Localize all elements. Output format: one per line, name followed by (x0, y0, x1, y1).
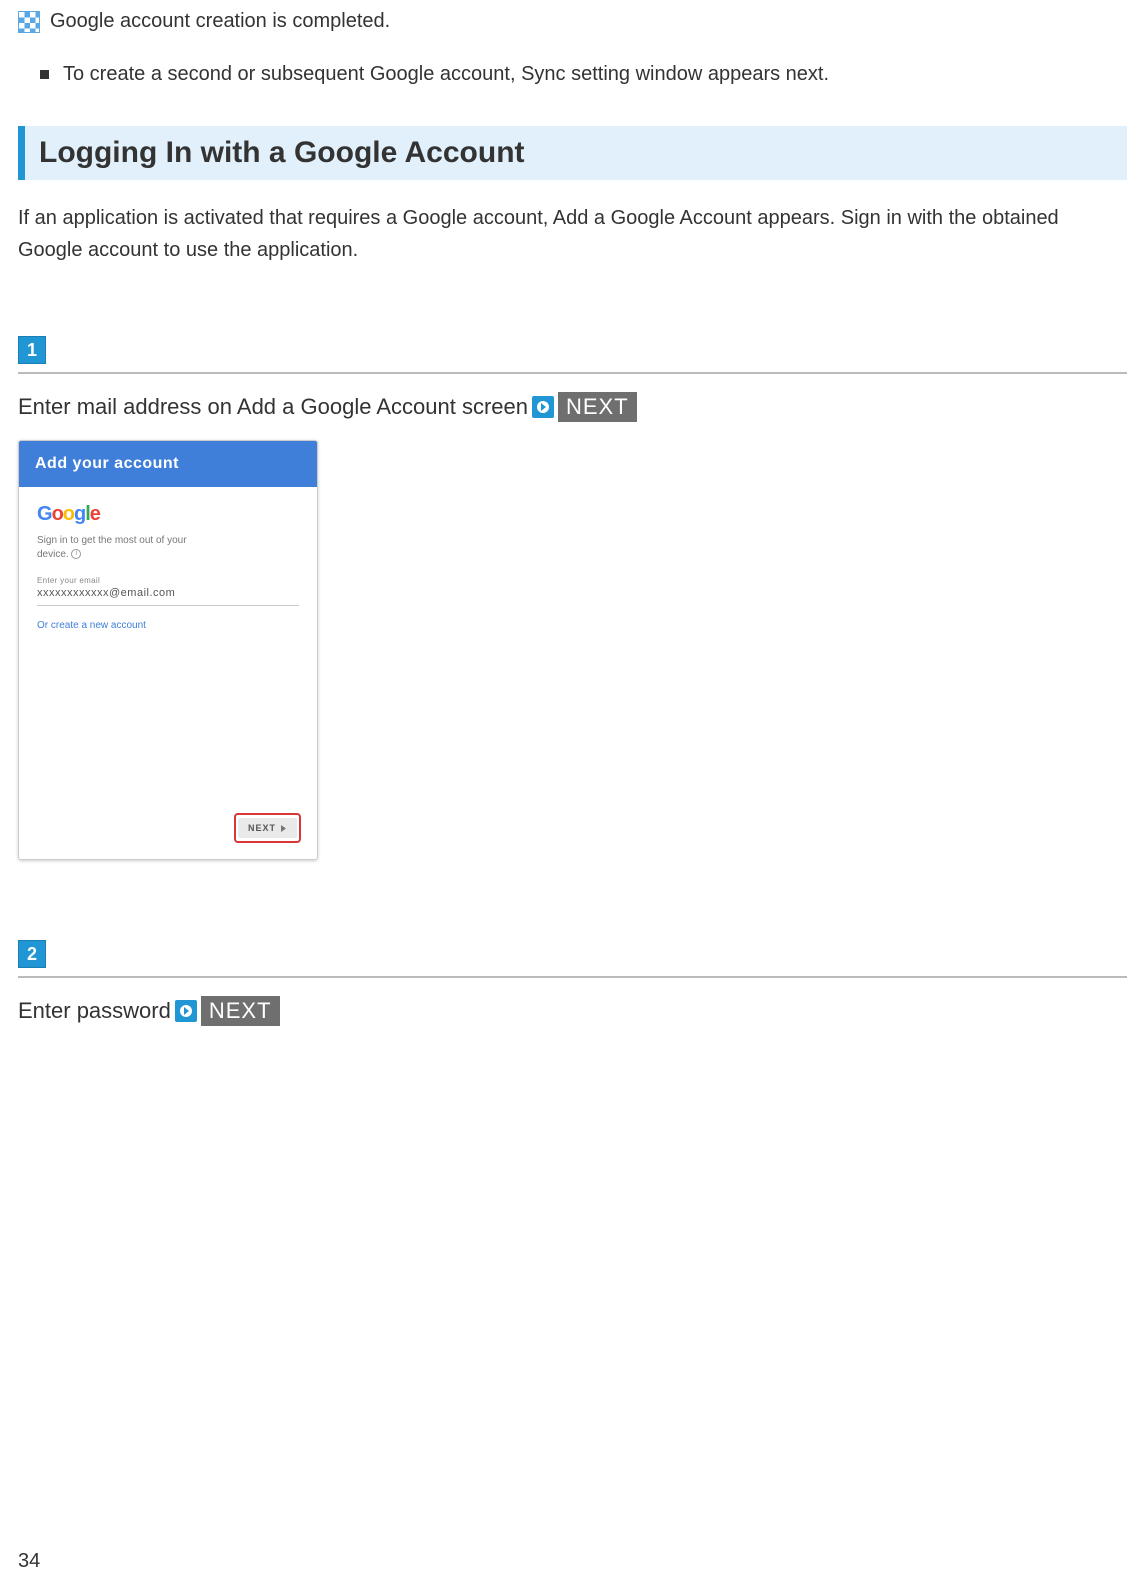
mockup-email-input[interactable]: xxxxxxxxxxxx@email.com (37, 585, 299, 606)
mockup-next-button-highlight: NEXT (234, 813, 301, 843)
page-number: 34 (18, 1550, 40, 1573)
chevron-right-icon (280, 825, 287, 832)
info-icon: i (71, 549, 81, 559)
result-line: Google account creation is completed. (18, 10, 1127, 33)
step-1-instruction: Enter mail address on Add a Google Accou… (18, 392, 1127, 422)
google-logo: Google (37, 503, 299, 526)
step-1-number: 1 (18, 336, 46, 364)
bullet-icon (40, 70, 49, 79)
note-bullet: To create a second or subsequent Google … (40, 63, 1127, 86)
step-1-divider (18, 372, 1127, 374)
mockup-input-label: Enter your email (37, 576, 299, 585)
mockup-signin-desc: Sign in to get the most out of your devi… (37, 534, 299, 562)
section-body: If an application is activated that requ… (18, 202, 1127, 266)
note-text: To create a second or subsequent Google … (63, 63, 829, 86)
step-2-divider (18, 976, 1127, 978)
arrow-right-icon (175, 1000, 197, 1022)
step-1-number-wrap: 1 (18, 336, 1127, 364)
mockup-next-button[interactable]: NEXT (238, 818, 297, 838)
step-2-number: 2 (18, 940, 46, 968)
mockup-create-account-link[interactable]: Or create a new account (37, 620, 299, 631)
arrow-right-icon (532, 396, 554, 418)
step-2-text: Enter password (18, 998, 171, 1024)
result-text: Google account creation is completed. (50, 10, 390, 33)
mockup-header: Add your account (19, 441, 317, 487)
section-heading: Logging In with a Google Account (18, 126, 1127, 180)
step-2-next-label: NEXT (201, 996, 280, 1026)
step-1-text: Enter mail address on Add a Google Accou… (18, 394, 528, 420)
step-1-next-label: NEXT (558, 392, 637, 422)
step-2-instruction: Enter password NEXT (18, 996, 1127, 1026)
add-account-mockup: Add your account Google Sign in to get t… (18, 440, 318, 860)
result-icon (18, 11, 40, 33)
mockup-body: Google Sign in to get the most out of yo… (19, 487, 317, 631)
step-2-number-wrap: 2 (18, 940, 1127, 968)
